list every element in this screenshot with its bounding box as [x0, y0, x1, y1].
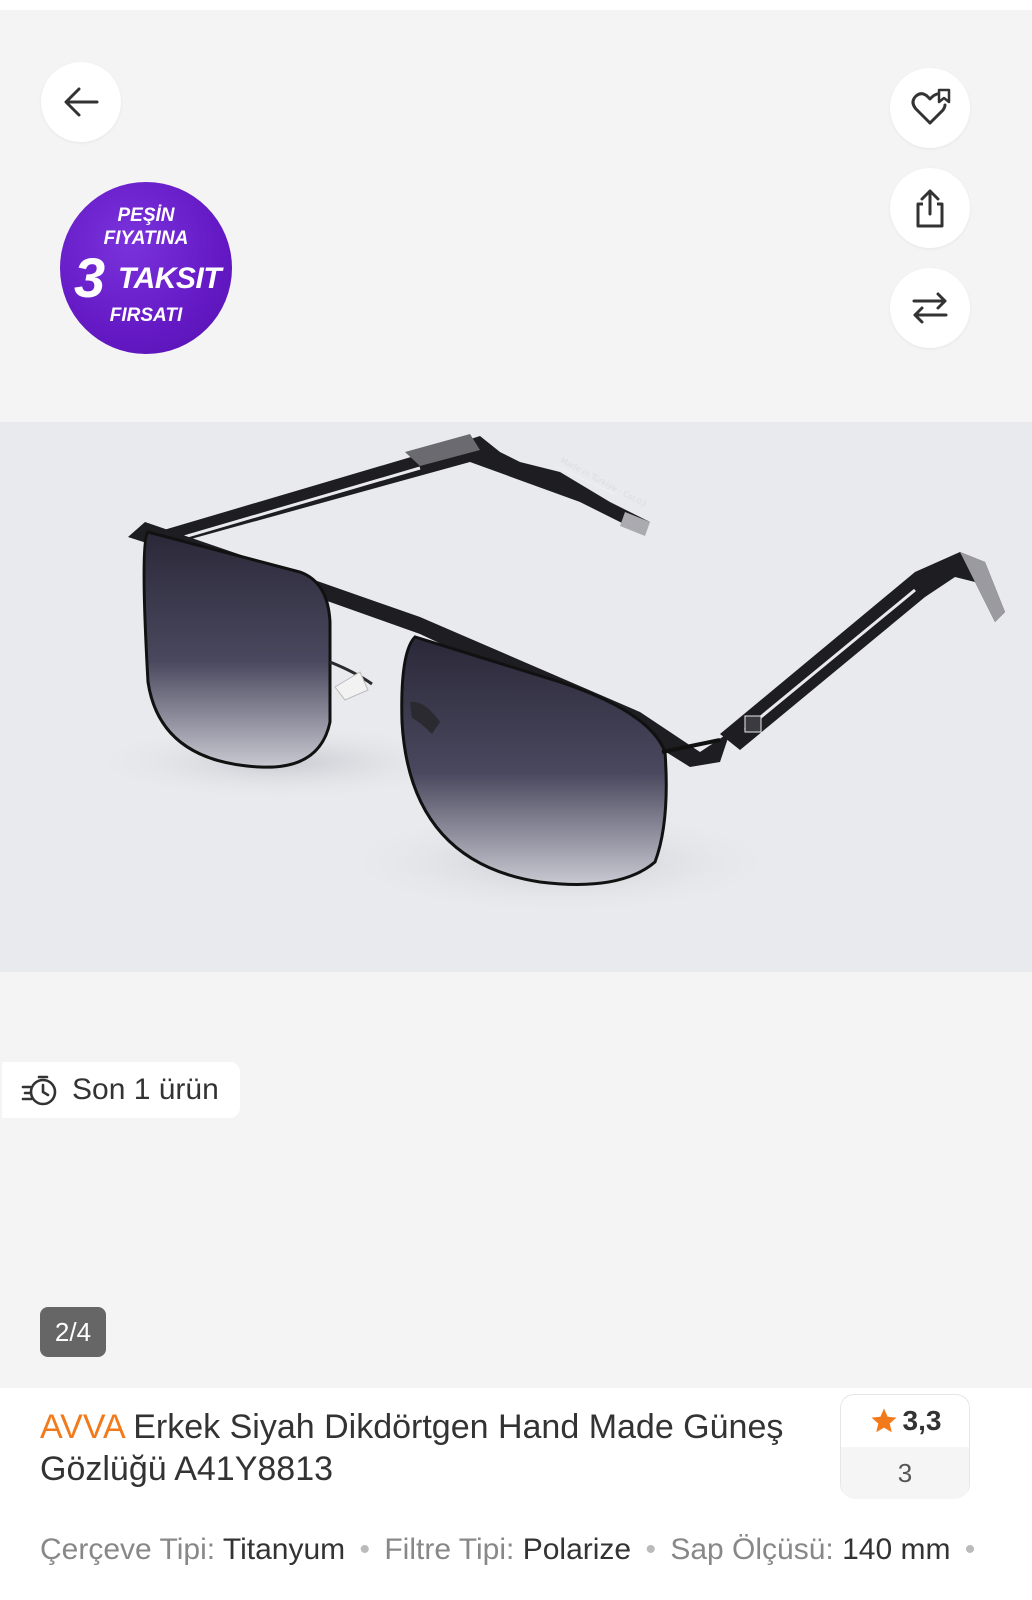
sunglasses-illustration: Made in Türkiye · Col.03: [80, 434, 1005, 917]
attribute-key: Filtre Tipi:: [384, 1533, 515, 1566]
separator-dot: •: [964, 1533, 976, 1566]
product-name: Erkek Siyah Dikdörtgen Hand Made Güneş G…: [40, 1408, 784, 1488]
rating-score: 3,3: [902, 1405, 942, 1436]
rating-score-row: 3,3: [841, 1395, 969, 1447]
attribute-list: Çerçeve Tipi: Titanyum • Filtre Tipi: Po…: [40, 1532, 981, 1568]
low-stock-label: Son 1 ürün: [72, 1073, 219, 1106]
share-icon: [916, 189, 944, 228]
rating-box[interactable]: 3,3 3: [840, 1394, 970, 1499]
product-info: AVVA Erkek Siyah Dikdörtgen Hand Made Gü…: [0, 1388, 1032, 1600]
brand-link[interactable]: AVVA: [40, 1408, 124, 1446]
attribute-key: Sap Ölçüsü:: [670, 1533, 834, 1566]
attribute-value: Titanyum: [222, 1533, 346, 1566]
promo-word: TAKSIT: [118, 262, 222, 295]
attribute-value: Polarize: [522, 1533, 632, 1566]
promo-line-4: FIRSATI: [109, 305, 183, 326]
product-image[interactable]: Made in Türkiye · Col.03: [0, 422, 1032, 972]
promo-number: 3: [74, 246, 106, 309]
product-gallery[interactable]: Made in Türkiye · Col.03 PEŞİN FIYATINA …: [0, 10, 1032, 1388]
star-icon: [871, 1408, 897, 1433]
image-counter: 2/4: [40, 1307, 106, 1357]
product-title: AVVA Erkek Siyah Dikdörtgen Hand Made Gü…: [40, 1406, 820, 1490]
compare-button[interactable]: [890, 268, 970, 348]
attribute-value: 140 mm: [842, 1533, 951, 1566]
swap-arrows-icon: [912, 292, 948, 324]
heart-list-icon: [911, 88, 951, 125]
attribute-key: Çerçeve Tipi:: [40, 1533, 216, 1566]
rating-count: 3: [841, 1447, 969, 1499]
back-button[interactable]: [41, 62, 121, 142]
low-stock-badge: Son 1 ürün: [2, 1062, 240, 1118]
installment-promo-badge: PEŞİN FIYATINA 3 TAKSIT FIRSATI: [60, 182, 232, 354]
promo-line-1: PEŞİN: [117, 205, 175, 226]
arrow-left-icon: [64, 87, 99, 117]
separator-dot: •: [645, 1533, 656, 1566]
share-button[interactable]: [890, 168, 970, 248]
add-to-favorites-button[interactable]: [890, 68, 970, 148]
separator-dot: •: [359, 1533, 370, 1566]
fast-timer-icon: [21, 1075, 57, 1106]
